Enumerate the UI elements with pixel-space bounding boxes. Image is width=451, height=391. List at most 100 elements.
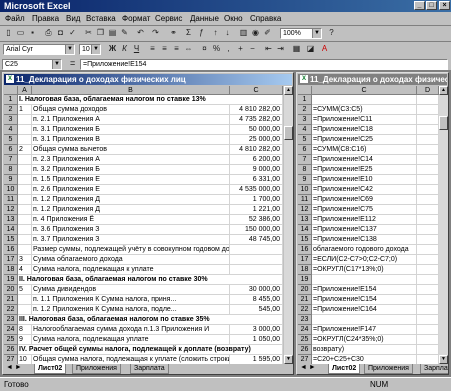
new-icon[interactable]: ▯ [3, 28, 14, 39]
cut-icon[interactable]: ✂ [83, 28, 94, 39]
row-header[interactable]: 12 [4, 205, 18, 215]
row-header[interactable]: 7 [298, 155, 312, 165]
row-header[interactable]: 8 [298, 165, 312, 175]
cell[interactable] [417, 295, 439, 305]
corner-select-all[interactable] [4, 86, 18, 95]
cell[interactable] [18, 135, 32, 145]
help-icon[interactable]: ? [326, 28, 337, 39]
row-header[interactable]: 19 [4, 275, 18, 285]
cell[interactable] [18, 195, 32, 205]
vertical-scrollbar[interactable]: ▲ ▼ [439, 86, 448, 364]
cell[interactable] [312, 95, 417, 105]
increase-decimal-icon[interactable]: + [235, 44, 246, 55]
cell[interactable] [18, 245, 32, 255]
cell[interactable]: Налогооблагаемая сумма дохода п.1.3 Прил… [32, 325, 230, 335]
cell[interactable] [18, 215, 32, 225]
cell[interactable]: =Приложение!C42 [312, 185, 417, 195]
cell[interactable]: =Приложение!C138 [312, 235, 417, 245]
decrease-indent-icon[interactable]: ⇤ [263, 44, 274, 55]
cell[interactable] [417, 315, 439, 325]
cell[interactable]: 4 810 282,00 [230, 105, 283, 115]
cell[interactable] [417, 95, 439, 105]
cell[interactable]: =Приложение!E25 [312, 165, 417, 175]
print-icon[interactable]: ⎙ [43, 28, 54, 39]
cell[interactable]: =СУММ(C8:C16) [312, 145, 417, 155]
cell[interactable]: п. 3.1 Приложения Б [32, 125, 230, 135]
cell[interactable]: 50 000,00 [230, 125, 283, 135]
cell[interactable] [417, 155, 439, 165]
spelling-icon[interactable]: ✓ [67, 28, 78, 39]
cell[interactable]: 150 000,00 [230, 225, 283, 235]
cell[interactable] [417, 245, 439, 255]
cell[interactable]: 1 221,00 [230, 205, 283, 215]
cell[interactable]: 8 [18, 325, 32, 335]
cell[interactable] [417, 325, 439, 335]
sort-asc-icon[interactable]: ↑ [210, 28, 221, 39]
cell[interactable]: =Приложение!C137 [312, 225, 417, 235]
cell[interactable]: Размер суммы, подлежащей учёту в совокуп… [32, 245, 230, 255]
cell[interactable]: =СУММ(C3:C5) [312, 105, 417, 115]
row-header[interactable]: 6 [298, 145, 312, 155]
italic-icon[interactable]: К [119, 44, 130, 55]
cell[interactable]: 4 810 282,00 [230, 145, 283, 155]
menu-view[interactable]: Вид [66, 14, 80, 23]
cell[interactable] [18, 125, 32, 135]
row-header[interactable]: 24 [298, 325, 312, 335]
col-header-c[interactable]: C [230, 86, 283, 95]
cell[interactable] [312, 275, 417, 285]
row-header[interactable]: 13 [298, 215, 312, 225]
cell[interactable] [417, 355, 439, 364]
cell[interactable] [417, 105, 439, 115]
row-header[interactable]: 21 [298, 295, 312, 305]
cell[interactable] [18, 115, 32, 125]
decrease-decimal-icon[interactable]: − [247, 44, 258, 55]
cell[interactable]: п. 1.2 Приложения Д [32, 195, 230, 205]
row-header[interactable]: 27 [4, 355, 18, 364]
cell[interactable]: Общая сумма налога, подлежащая к уплате … [32, 355, 230, 364]
name-box[interactable]: C25 ▼ [2, 59, 62, 70]
cell[interactable] [417, 145, 439, 155]
cell[interactable]: п. 2.3 Приложения А [32, 155, 230, 165]
vertical-scrollbar[interactable]: ▲ ▼ [284, 86, 293, 364]
maximize-button[interactable]: □ [426, 1, 437, 10]
row-header[interactable]: 14 [298, 225, 312, 235]
scroll-thumb[interactable] [439, 116, 448, 130]
col-header-d[interactable]: D [417, 86, 439, 95]
cell[interactable]: 1 700,00 [230, 195, 283, 205]
tab-salary[interactable]: Зарплата [420, 364, 448, 374]
preview-icon[interactable]: ◘ [55, 28, 66, 39]
cell[interactable]: 4 735 282,00 [230, 115, 283, 125]
row-header[interactable]: 24 [4, 325, 18, 335]
row-header[interactable]: 2 [298, 105, 312, 115]
cell[interactable]: п. 2.1 Приложения А [32, 115, 230, 125]
row-header[interactable]: 17 [4, 255, 18, 265]
align-left-icon[interactable]: ≡ [147, 44, 158, 55]
row-header[interactable]: 26 [4, 345, 18, 355]
underline-icon[interactable]: Ч [131, 44, 142, 55]
row-header[interactable]: 3 [4, 115, 18, 125]
cell[interactable] [18, 165, 32, 175]
cell[interactable] [417, 345, 439, 355]
cell[interactable]: 545,00 [230, 305, 283, 315]
cell[interactable]: 1 050,00 [230, 335, 283, 345]
cell[interactable]: =Приложение!C154 [312, 295, 417, 305]
row-header[interactable]: 1 [4, 95, 18, 105]
row-header[interactable]: 3 [298, 115, 312, 125]
col-header-b[interactable]: B [32, 86, 230, 95]
row-header[interactable]: 1 [298, 95, 312, 105]
row-header[interactable]: 15 [4, 235, 18, 245]
cell[interactable]: п. 4 Приложения Ё [32, 215, 230, 225]
redo-icon[interactable]: ↷ [150, 28, 161, 39]
merge-center-icon[interactable]: ⇔ [183, 44, 194, 55]
cell[interactable]: 30 000,00 [230, 285, 283, 295]
cell[interactable]: Сумма налога, подлежащая уплате [32, 335, 230, 345]
copy-icon[interactable]: ❐ [95, 28, 106, 39]
font-select[interactable]: Arial Cyr ▼ [3, 44, 75, 55]
cell[interactable] [417, 335, 439, 345]
cell[interactable]: =Приложение!E10 [312, 175, 417, 185]
cell[interactable] [417, 265, 439, 275]
cell[interactable] [18, 295, 32, 305]
section-heading[interactable]: III. Налоговая база, облагаемая налогом … [18, 315, 283, 325]
cell[interactable] [417, 175, 439, 185]
row-header[interactable]: 10 [298, 185, 312, 195]
